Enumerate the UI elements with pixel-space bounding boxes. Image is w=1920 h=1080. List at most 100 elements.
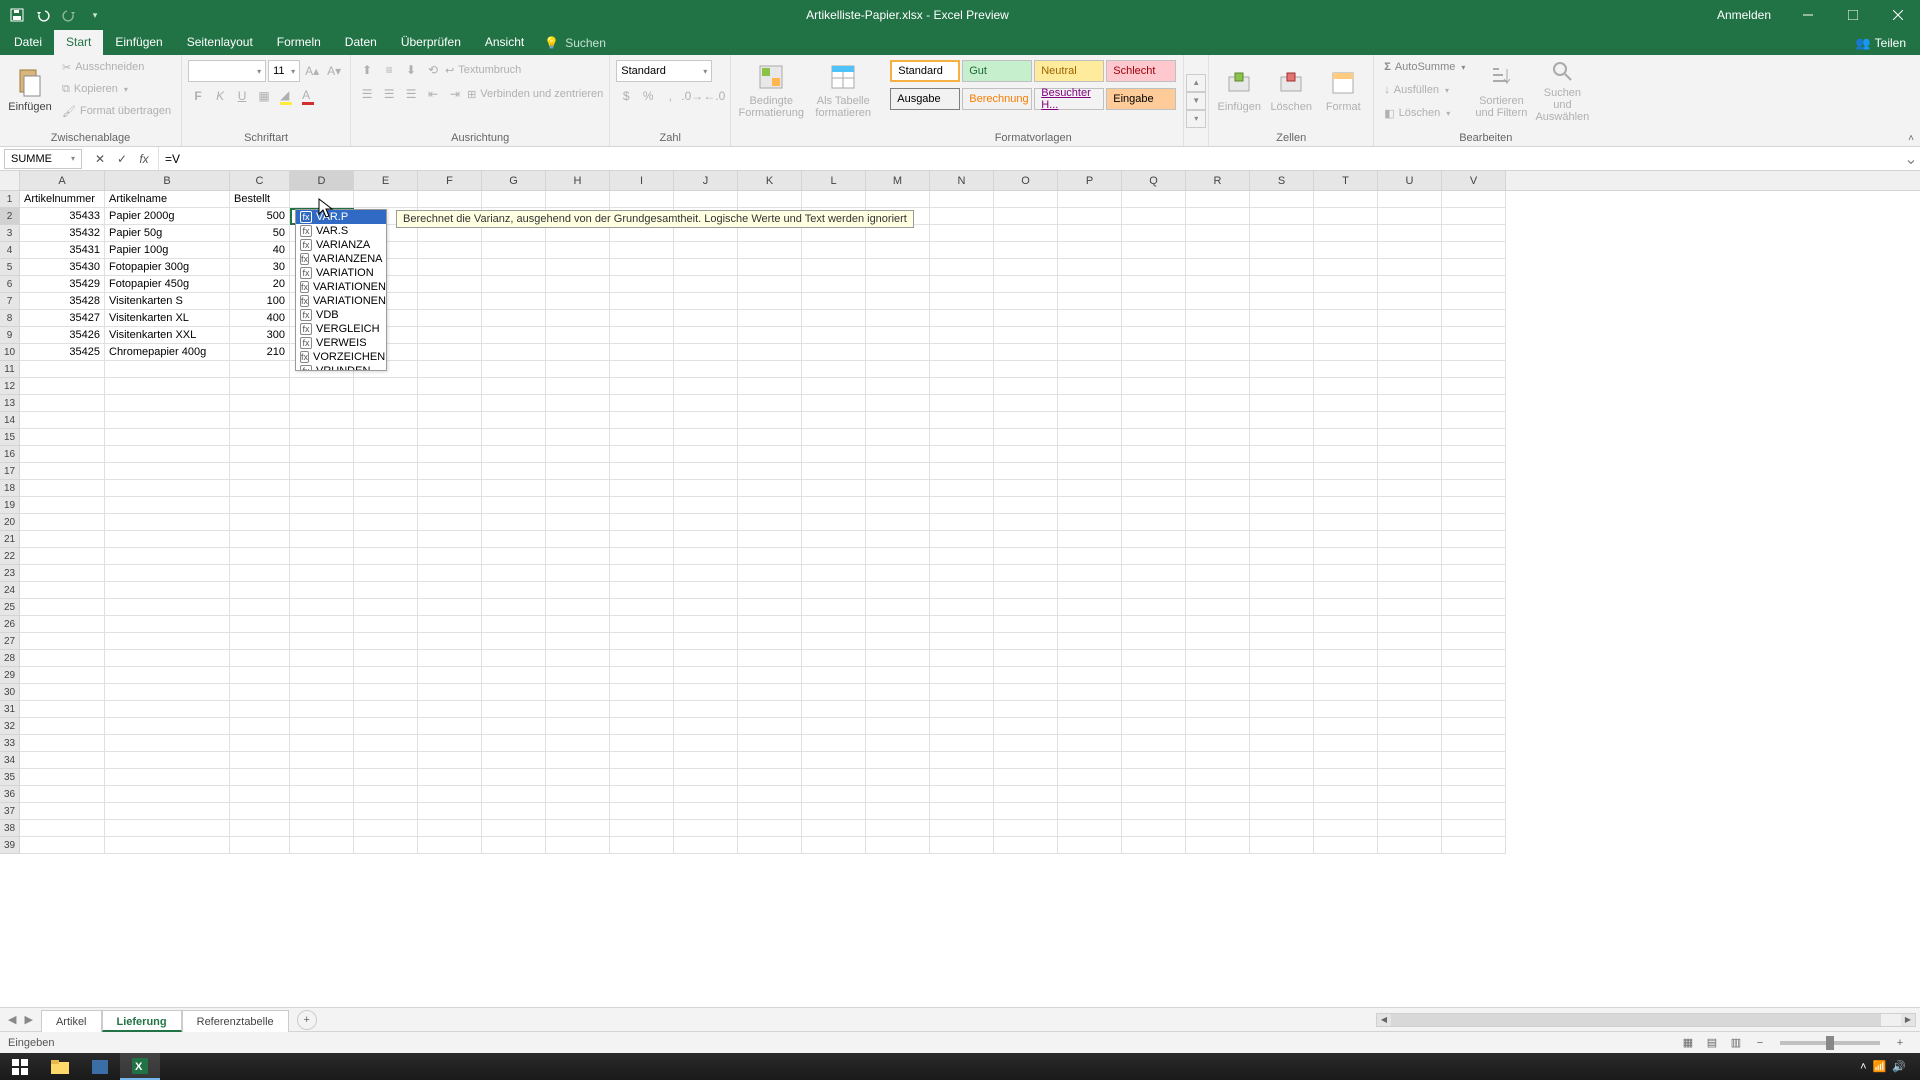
- cell[interactable]: [1442, 786, 1506, 803]
- cell[interactable]: 400: [230, 310, 290, 327]
- cell[interactable]: [230, 446, 290, 463]
- cell[interactable]: [674, 820, 738, 837]
- cell[interactable]: [290, 480, 354, 497]
- cell[interactable]: [290, 191, 354, 208]
- cell[interactable]: [930, 565, 994, 582]
- cell[interactable]: [1058, 735, 1122, 752]
- cell[interactable]: [930, 701, 994, 718]
- cell[interactable]: [1058, 242, 1122, 259]
- cell[interactable]: [994, 378, 1058, 395]
- cell[interactable]: [20, 497, 105, 514]
- cell[interactable]: [418, 327, 482, 344]
- fill-button[interactable]: ↓Ausfüllen▾: [1380, 80, 1469, 100]
- cell[interactable]: [1442, 684, 1506, 701]
- cell[interactable]: [20, 378, 105, 395]
- cell[interactable]: [802, 463, 866, 480]
- cell[interactable]: [230, 412, 290, 429]
- col-header-J[interactable]: J: [674, 171, 738, 190]
- cell[interactable]: [20, 599, 105, 616]
- row-header-33[interactable]: 33: [0, 735, 20, 752]
- cell[interactable]: [1378, 259, 1442, 276]
- indent-decrease-button[interactable]: ⇤: [423, 84, 443, 104]
- row-header-4[interactable]: 4: [0, 242, 20, 259]
- cell[interactable]: [1378, 480, 1442, 497]
- cell[interactable]: [1186, 446, 1250, 463]
- cell[interactable]: [738, 701, 802, 718]
- cell[interactable]: [1378, 582, 1442, 599]
- cell[interactable]: [105, 463, 230, 480]
- cell[interactable]: [866, 259, 930, 276]
- cell[interactable]: [20, 752, 105, 769]
- cell[interactable]: [674, 429, 738, 446]
- cell[interactable]: [418, 463, 482, 480]
- sheet-next-icon[interactable]: ▶: [24, 1013, 32, 1026]
- cell[interactable]: [674, 616, 738, 633]
- cell[interactable]: Chromepapier 400g: [105, 344, 230, 361]
- cell[interactable]: Papier 100g: [105, 242, 230, 259]
- cell[interactable]: [1186, 225, 1250, 242]
- cell[interactable]: [418, 735, 482, 752]
- cell[interactable]: [994, 684, 1058, 701]
- cell[interactable]: [802, 803, 866, 820]
- cell[interactable]: [802, 786, 866, 803]
- cell[interactable]: [1378, 718, 1442, 735]
- cell[interactable]: [546, 191, 610, 208]
- cell[interactable]: [482, 259, 546, 276]
- cell[interactable]: [674, 531, 738, 548]
- cell[interactable]: Artikelnummer: [20, 191, 105, 208]
- decrease-decimal-button[interactable]: ←.0: [704, 86, 724, 106]
- cell[interactable]: [1186, 803, 1250, 820]
- cell[interactable]: [1442, 242, 1506, 259]
- cell[interactable]: [1186, 293, 1250, 310]
- cell[interactable]: [20, 480, 105, 497]
- cell[interactable]: [610, 344, 674, 361]
- cell[interactable]: [1122, 701, 1186, 718]
- cell[interactable]: [354, 463, 418, 480]
- cell[interactable]: [1186, 548, 1250, 565]
- cell[interactable]: [105, 786, 230, 803]
- cell[interactable]: [930, 293, 994, 310]
- cell[interactable]: [230, 480, 290, 497]
- cell[interactable]: [1378, 667, 1442, 684]
- cell[interactable]: [994, 837, 1058, 854]
- cell[interactable]: [1186, 769, 1250, 786]
- cell[interactable]: [802, 616, 866, 633]
- cell[interactable]: [1314, 616, 1378, 633]
- cell[interactable]: [1058, 344, 1122, 361]
- cell[interactable]: [802, 684, 866, 701]
- cell[interactable]: [802, 514, 866, 531]
- cell[interactable]: [1250, 259, 1314, 276]
- cell[interactable]: [1122, 446, 1186, 463]
- cell[interactable]: [930, 650, 994, 667]
- cell[interactable]: [418, 531, 482, 548]
- cell[interactable]: [802, 531, 866, 548]
- cell[interactable]: [1314, 701, 1378, 718]
- cell[interactable]: [930, 412, 994, 429]
- autocomplete-item[interactable]: fxVERGLEICH: [296, 322, 386, 336]
- styles-more[interactable]: ▾: [1186, 110, 1206, 128]
- cell[interactable]: [482, 344, 546, 361]
- cell[interactable]: [802, 735, 866, 752]
- cell[interactable]: [1378, 548, 1442, 565]
- cell[interactable]: [1314, 786, 1378, 803]
- cell[interactable]: [866, 463, 930, 480]
- cell[interactable]: [866, 276, 930, 293]
- view-page-layout-button[interactable]: ▤: [1700, 1034, 1724, 1052]
- cell[interactable]: [546, 446, 610, 463]
- cell[interactable]: [354, 412, 418, 429]
- cell[interactable]: [482, 769, 546, 786]
- cell[interactable]: [1442, 837, 1506, 854]
- cell[interactable]: [482, 735, 546, 752]
- cell[interactable]: [802, 446, 866, 463]
- cell[interactable]: [674, 378, 738, 395]
- sheet-tab-artikel[interactable]: Artikel: [41, 1010, 102, 1032]
- cell[interactable]: [930, 837, 994, 854]
- cell[interactable]: [1186, 242, 1250, 259]
- select-all-corner[interactable]: [0, 171, 20, 190]
- cell[interactable]: [354, 378, 418, 395]
- autocomplete-item[interactable]: fxVARIANZENA: [296, 252, 386, 266]
- cell[interactable]: [105, 803, 230, 820]
- cell[interactable]: [994, 293, 1058, 310]
- cell[interactable]: [105, 667, 230, 684]
- cell[interactable]: [1058, 531, 1122, 548]
